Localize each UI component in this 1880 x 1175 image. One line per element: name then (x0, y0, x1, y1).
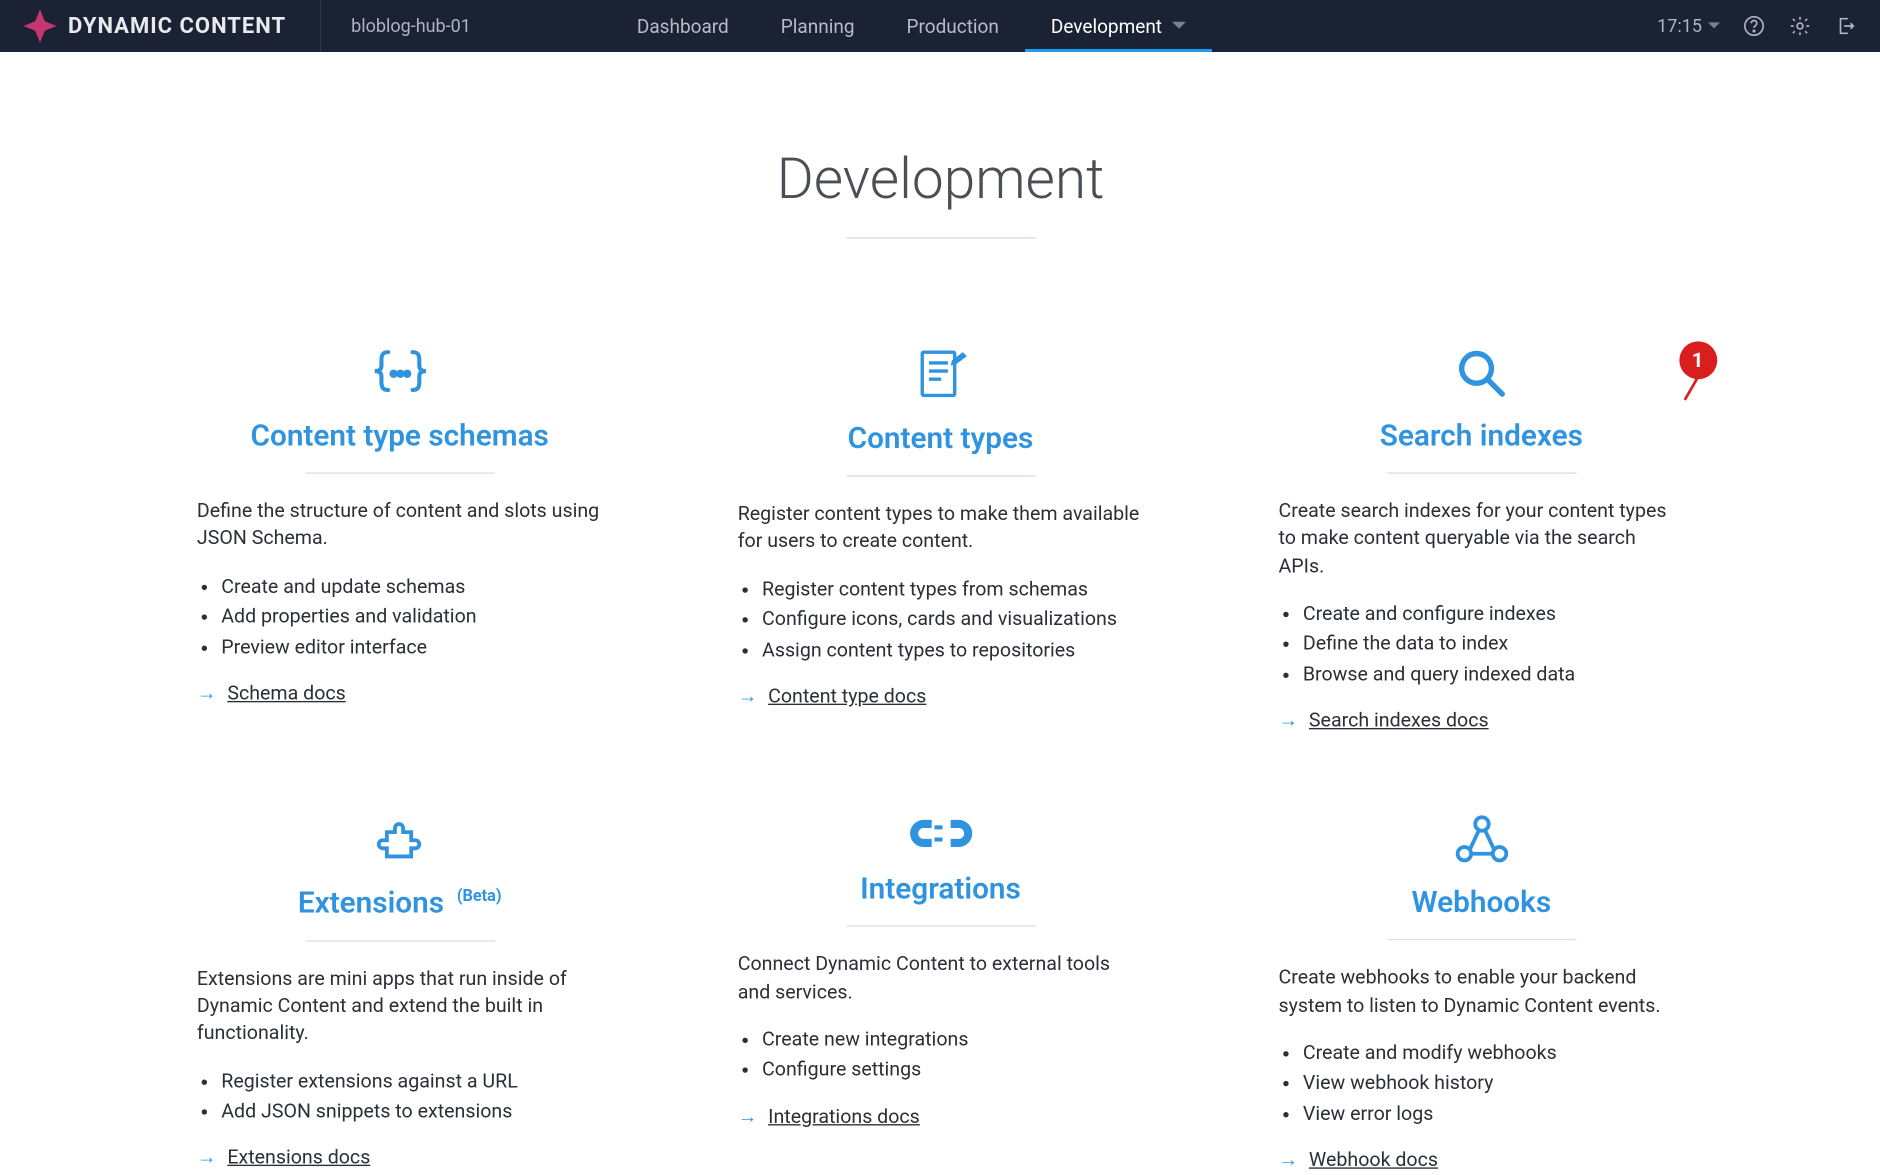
card-title: Content type schemas (196, 420, 602, 454)
card-description: Create search indexes for your content t… (1278, 498, 1684, 580)
nav-development-label: Development (1051, 15, 1162, 38)
link-text: Extensions docs (227, 1146, 370, 1169)
gear-icon[interactable] (1788, 14, 1812, 38)
arrow-right-icon: → (737, 685, 757, 708)
link-text: Search indexes docs (1308, 709, 1488, 732)
card-extensions[interactable]: Extensions (Beta) Extensions are mini ap… (196, 814, 602, 1172)
plug-icon (737, 814, 1143, 855)
nav-development[interactable]: Development (1025, 0, 1212, 52)
arrow-right-icon: → (196, 682, 216, 705)
card-docs-link[interactable]: → Content type docs (737, 685, 1143, 708)
card-description: Extensions are mini apps that run inside… (196, 965, 602, 1047)
top-bar-right: 17:15 (1657, 14, 1868, 38)
link-text: Schema docs (227, 682, 345, 705)
bullet: Assign content types to repositories (762, 635, 1143, 665)
annotation-pin-head: 1 (1678, 341, 1716, 379)
card-description: Define the structure of content and slot… (196, 498, 602, 553)
braces-icon (196, 347, 602, 401)
card-description: Register content types to make them avai… (737, 501, 1143, 556)
bullet: Preview editor interface (221, 633, 602, 663)
arrow-right-icon: → (196, 1146, 216, 1169)
bullet: Define the data to index (1302, 630, 1683, 660)
link-text: Webhook docs (1308, 1149, 1437, 1172)
card-title: Webhooks (1278, 887, 1684, 921)
top-bar: DYNAMIC CONTENT bloblog-hub-01 Dashboard… (0, 0, 1880, 52)
bullet: Register extensions against a URL (221, 1067, 602, 1097)
arrow-right-icon: → (737, 1105, 757, 1128)
card-bullets: Create and modify webhooks View webhook … (1278, 1039, 1684, 1130)
card-title-text: Extensions (297, 887, 443, 921)
card-search-indexes[interactable]: 1 Search indexes Create search indexes f… (1278, 347, 1684, 733)
card-bullets: Register extensions against a URL Add JS… (196, 1067, 602, 1128)
card-docs-link[interactable]: → Integrations docs (737, 1105, 1143, 1128)
bullet: Create and update schemas (221, 572, 602, 602)
card-title: Integrations (737, 873, 1143, 907)
card-underline (1386, 939, 1575, 940)
bullet: Configure icons, cards and visualization… (762, 605, 1143, 635)
card-description: Create webhooks to enable your backend s… (1278, 965, 1684, 1020)
bullet: Create new integrations (762, 1025, 1143, 1055)
search-icon (1278, 347, 1684, 401)
bullet: Register content types from schemas (762, 575, 1143, 605)
card-underline (845, 475, 1034, 476)
document-edit-icon (737, 347, 1143, 404)
card-bullets: Register content types from schemas Conf… (737, 575, 1143, 666)
bullet: Browse and query indexed data (1302, 660, 1683, 690)
webhook-icon (1278, 814, 1684, 868)
card-content-types[interactable]: Content types Register content types to … (737, 347, 1143, 733)
logout-icon[interactable] (1834, 14, 1858, 38)
time-display[interactable]: 17:15 (1657, 16, 1720, 37)
app-logo-icon (22, 8, 58, 44)
divider (320, 0, 321, 52)
nav-planning[interactable]: Planning (755, 0, 881, 52)
page-title: Development (1, 147, 1879, 213)
card-bullets: Create and update schemas Add properties… (196, 572, 602, 663)
card-title: Content types (737, 422, 1143, 456)
brand-name: DYNAMIC CONTENT (68, 14, 310, 39)
card-webhooks[interactable]: Webhooks Create webhooks to enable your … (1278, 814, 1684, 1172)
link-text: Content type docs (768, 685, 926, 708)
title-underline (845, 237, 1034, 238)
time-text: 17:15 (1657, 16, 1702, 37)
card-integrations[interactable]: Integrations Connect Dynamic Content to … (737, 814, 1143, 1172)
link-text: Integrations docs (768, 1105, 920, 1128)
arrow-right-icon: → (1278, 709, 1298, 732)
card-underline (305, 940, 494, 941)
main-nav: Dashboard Planning Production Developmen… (611, 0, 1212, 52)
arrow-right-icon: → (1278, 1149, 1298, 1172)
card-docs-link[interactable]: → Webhook docs (1278, 1149, 1684, 1172)
hub-selector[interactable]: bloblog-hub-01 (331, 16, 491, 37)
card-title: Search indexes (1278, 420, 1684, 454)
annotation-pin-stick (1682, 376, 1698, 401)
beta-badge: (Beta) (456, 887, 501, 906)
bullet: View webhook history (1302, 1069, 1683, 1099)
card-docs-link[interactable]: → Extensions docs (196, 1146, 602, 1169)
nav-dashboard[interactable]: Dashboard (611, 0, 755, 52)
bullet: Add JSON snippets to extensions (221, 1097, 602, 1127)
card-bullets: Create and configure indexes Define the … (1278, 599, 1684, 690)
chevron-down-icon (1172, 15, 1186, 38)
bullet: View error logs (1302, 1100, 1683, 1130)
card-underline (1386, 472, 1575, 473)
puzzle-icon (196, 814, 602, 868)
cards-grid: Content type schemas Define the structur… (1, 347, 1879, 1172)
card-docs-link[interactable]: → Schema docs (196, 682, 602, 705)
card-docs-link[interactable]: → Search indexes docs (1278, 709, 1684, 732)
annotation-pin-1: 1 (1678, 341, 1716, 403)
main-content: Development Content type schemas Define … (1, 52, 1879, 1172)
bullet: Create and configure indexes (1302, 599, 1683, 629)
nav-production[interactable]: Production (881, 0, 1025, 52)
help-icon[interactable] (1742, 14, 1766, 38)
bullet: Add properties and validation (221, 602, 602, 632)
card-content-type-schemas[interactable]: Content type schemas Define the structur… (196, 347, 602, 733)
card-description: Connect Dynamic Content to external tool… (737, 951, 1143, 1006)
card-underline (845, 926, 1034, 927)
card-title: Extensions (Beta) (196, 887, 602, 921)
chevron-down-icon (1708, 16, 1720, 37)
card-bullets: Create new integrations Configure settin… (737, 1025, 1143, 1086)
bullet: Configure settings (762, 1056, 1143, 1086)
bullet: Create and modify webhooks (1302, 1039, 1683, 1069)
card-underline (305, 472, 494, 473)
